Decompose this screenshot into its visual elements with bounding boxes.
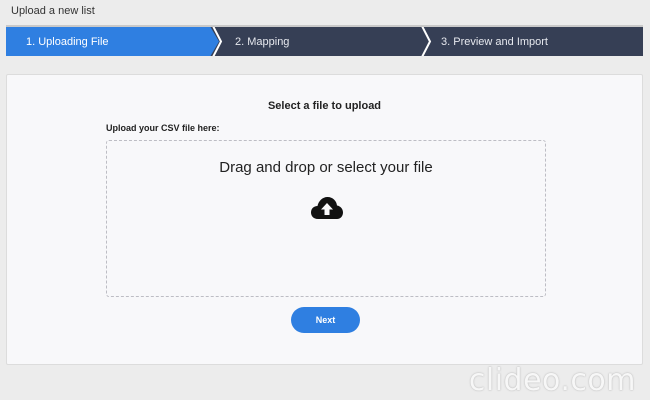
card-title: Select a file to upload xyxy=(267,100,382,112)
step-uploading-file[interactable]: 1. Uploading File xyxy=(6,27,219,56)
upload-label: Upload your CSV file here: xyxy=(106,123,220,133)
import-stepper: 1. Uploading File 2. Mapping 3. Preview … xyxy=(6,25,643,56)
step-label: 2. Mapping xyxy=(235,35,290,48)
file-dropzone[interactable]: Drag and drop or select your file xyxy=(106,140,546,297)
next-button[interactable]: Next xyxy=(291,307,360,333)
upload-card: Select a file to upload Upload your CSV … xyxy=(6,74,643,365)
step-mapping[interactable]: 2. Mapping xyxy=(215,27,425,56)
step-label: 1. Uploading File xyxy=(26,35,109,48)
page-title: Upload a new list xyxy=(11,5,95,17)
dropzone-text: Drag and drop or select your file xyxy=(219,159,433,176)
watermark: clideo.com xyxy=(468,363,636,398)
step-preview-and-import[interactable]: 3. Preview and Import xyxy=(421,27,643,56)
cloud-upload-icon xyxy=(311,197,343,219)
chevron-right-icon xyxy=(421,27,432,56)
chevron-right-icon xyxy=(212,27,223,56)
step-label: 3. Preview and Import xyxy=(441,35,548,48)
